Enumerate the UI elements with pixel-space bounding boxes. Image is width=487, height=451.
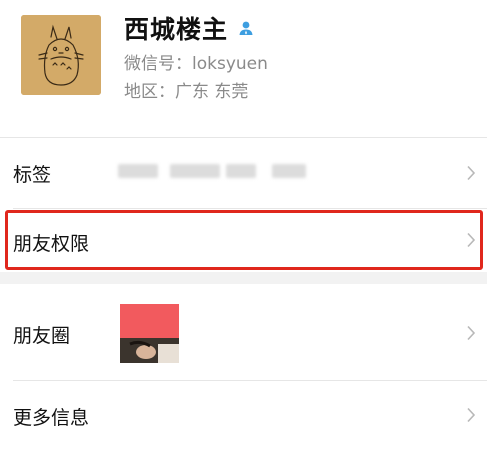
chevron-right-icon [467,325,476,341]
person-icon [238,20,254,36]
totoro-sketch-icon [21,15,101,95]
row-moments[interactable]: 朋友圈 [0,284,487,380]
tags-blurred [170,164,220,178]
region-value: 广东 东莞 [175,82,249,102]
more-info-label: 更多信息 [13,407,90,429]
tags-blurred [226,164,256,178]
profile-card[interactable]: 西城楼主 微信号：loksyuen 地区：广东 东莞 [0,0,487,137]
moments-photo-icon [120,304,179,363]
row-more-info[interactable]: 更多信息 [0,381,487,451]
wechat-id-line: 微信号：loksyuen [124,49,268,74]
avatar[interactable] [21,15,101,95]
profile-name: 西城楼主 [124,15,229,44]
row-tags[interactable]: 标签 [0,138,487,208]
moments-label: 朋友圈 [13,325,71,347]
highlight-box [5,210,483,270]
chevron-right-icon [467,165,476,181]
region-label: 地区： [124,82,175,102]
tags-blurred [272,164,306,178]
wechat-id-label: 微信号： [124,54,192,74]
region-line: 地区：广东 东莞 [124,77,248,102]
wechat-id-value: loksyuen [192,54,268,74]
section-gap [0,272,487,284]
moments-thumbnail[interactable] [120,304,179,363]
tags-label: 标签 [13,164,52,186]
tags-blurred [118,164,158,178]
name-row: 西城楼主 [124,10,254,46]
chevron-right-icon [467,407,476,423]
